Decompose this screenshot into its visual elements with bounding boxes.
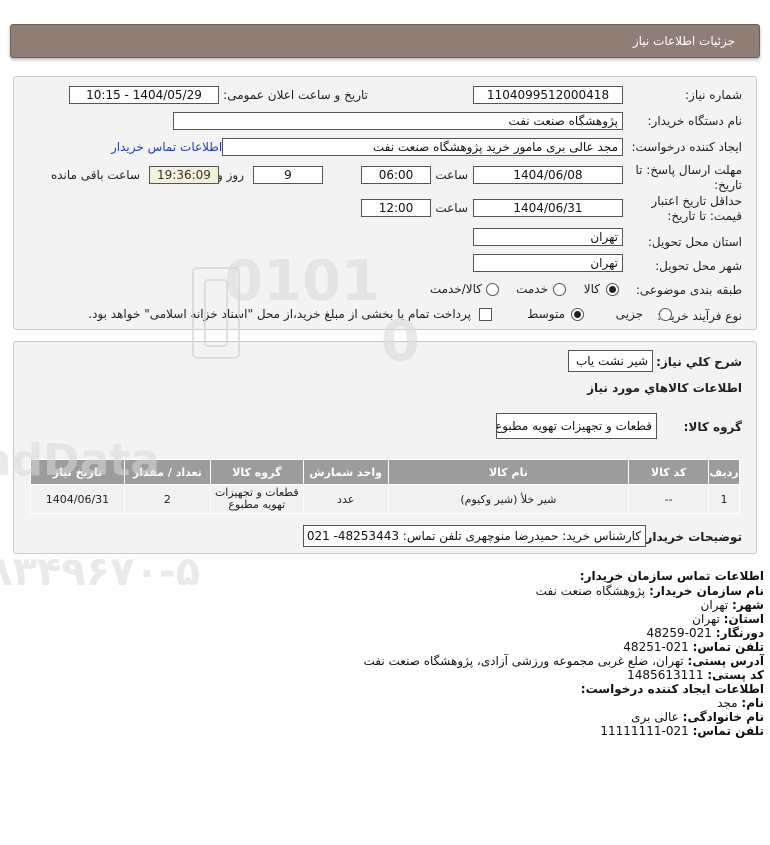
province-field: تهران [473, 228, 623, 246]
cell-code: -- [628, 484, 710, 514]
contact-province-row: استان: تهران [692, 612, 764, 626]
buyer-notes-label: توضیحات خریدار: [640, 530, 742, 544]
buyer-contact-link[interactable]: اطلاعات تماس خریدار [111, 140, 222, 154]
contact-phone-row: تلفن تماس: 021-48251 [623, 640, 764, 654]
contact-title: اطلاعات تماس سازمان خریدار: [579, 569, 764, 583]
buyer-org-label: نام دستگاه خریدار: [647, 114, 743, 128]
treasury-payment-note: پرداخت تمام یا بخشی از مبلغ خرید،از محل … [88, 307, 471, 321]
need-details-panel [13, 341, 757, 554]
cell-quantity: 2 [123, 484, 211, 514]
creator-first-name-row: نام: مجد [717, 696, 764, 710]
creator-label: ایجاد کننده درخواست: [631, 140, 742, 154]
validity-label-1: حداقل تاریخ اعتبار [651, 194, 742, 208]
contact-postal-row: کد پستی: 1485613111 [627, 668, 764, 682]
cell-unit: عدد [302, 484, 389, 514]
creator-field: مجد عالی بری مامور خرید پژوهشگاه صنعت نف… [222, 138, 623, 156]
col-group: گروه کالا [209, 459, 304, 485]
goods-group-field: قطعات و تجهیزات تهویه مطبوع [496, 413, 657, 439]
deadline-time-field: 06:00 [361, 166, 431, 184]
deadline-date-field: 1404/06/08 [473, 166, 623, 184]
remaining-time-field: 19:36:09 [149, 166, 219, 184]
category-label: طبقه بندی موضوعی: [635, 283, 742, 297]
need-number-label: شماره نیاز: [685, 88, 742, 102]
svg-text:۰۲۱-۸۸۳۴۹۶۷۰-۵: ۰۲۱-۸۸۳۴۹۶۷۰-۵ [0, 549, 200, 595]
announce-field: 1404/05/29 - 10:15 [69, 86, 219, 104]
contact-address-row: آدرس پستی: تهران، ضلع غربی مجموعه ورزشی … [363, 654, 764, 668]
table-row: 1 -- شیر خلأ (شیر وکیوم) عدد قطعات و تجه… [30, 484, 740, 514]
process-option-minor: جزیی [615, 307, 643, 321]
col-need-date: تاریخ نیاز [30, 459, 125, 485]
creator-last-name-row: نام خانوادگی: عالی بری [631, 710, 764, 724]
days-label: روز و [217, 168, 244, 182]
buyer-notes-field: کارشناس خرید: حمیدرضا منوچهری تلفن تماس:… [303, 525, 646, 547]
category-radio-goods[interactable] [606, 283, 619, 296]
page-header: جزئیات اطلاعات نیاز [10, 24, 760, 58]
col-unit: واحد شمارش [302, 459, 389, 485]
creator-info-title: اطلاعات ایجاد کننده درخواست: [580, 682, 764, 696]
need-number-field: 1104099512000418 [473, 86, 623, 104]
days-field: 9 [253, 166, 323, 184]
cell-name: شیر خلأ (شیر وکیوم) [387, 484, 630, 514]
deadline-label-2: تاریخ: [714, 178, 742, 192]
summary-label: شرح کلي نياز: [656, 355, 742, 369]
category-radio-goods-service[interactable] [486, 283, 499, 296]
category-option-service: خدمت [516, 282, 548, 296]
col-code: کد کالا [628, 459, 710, 485]
city-field: تهران [473, 254, 623, 272]
province-label: استان محل تحویل: [647, 235, 742, 249]
treasury-payment-checkbox[interactable] [479, 308, 492, 321]
category-option-goods: کالا [583, 282, 600, 296]
process-option-medium: متوسط [527, 307, 565, 321]
goods-table-header: ردیف کد کالا نام کالا واحد شمارش گروه کا… [30, 459, 740, 485]
validity-label-2: قیمت: تا تاریخ: [667, 209, 742, 223]
cell-row: 1 [708, 484, 740, 514]
contact-city-row: شهر: تهران [700, 598, 764, 612]
deadline-time-label: ساعت [435, 168, 468, 182]
contact-fax-row: دورنگار: 021-48259 [646, 626, 765, 640]
announce-label: تاریخ و ساعت اعلان عمومی: [223, 88, 368, 102]
col-quantity: تعداد / مقدار [123, 459, 211, 485]
validity-date-field: 1404/06/31 [473, 199, 623, 217]
contact-org-row: نام سازمان خریدار: پژوهشگاه صنعت نفت [535, 584, 764, 598]
cell-group: قطعات و تجهیزات تهویه مطبوع [209, 484, 304, 514]
process-radio-medium[interactable] [571, 308, 584, 321]
col-row: ردیف [708, 459, 740, 485]
col-name: نام کالا [387, 459, 630, 485]
category-option-goods-service: کالا/خدمت [429, 282, 482, 296]
creator-phone-row: تلفن تماس: 021-11111111 [600, 724, 764, 738]
goods-table: ردیف کد کالا نام کالا واحد شمارش گروه کا… [30, 459, 740, 514]
process-radio-minor[interactable] [659, 308, 672, 321]
city-label: شهر محل تحویل: [655, 259, 742, 273]
validity-time-label: ساعت [435, 201, 468, 215]
cell-need-date: 1404/06/31 [30, 484, 125, 514]
summary-field: شیر نشت یاب [568, 350, 653, 372]
deadline-label-1: مهلت ارسال پاسخ: تا [635, 163, 742, 177]
goods-info-title: اطلاعات کالاهاي مورد نياز [587, 381, 742, 395]
remaining-time-label: ساعت باقی مانده [50, 168, 140, 182]
validity-time-field: 12:00 [361, 199, 431, 217]
buyer-org-field: پژوهشگاه صنعت نفت [173, 112, 623, 130]
page-title: جزئیات اطلاعات نیاز [632, 34, 735, 48]
goods-group-label: گروه کالا: [683, 420, 742, 434]
category-radio-service[interactable] [553, 283, 566, 296]
